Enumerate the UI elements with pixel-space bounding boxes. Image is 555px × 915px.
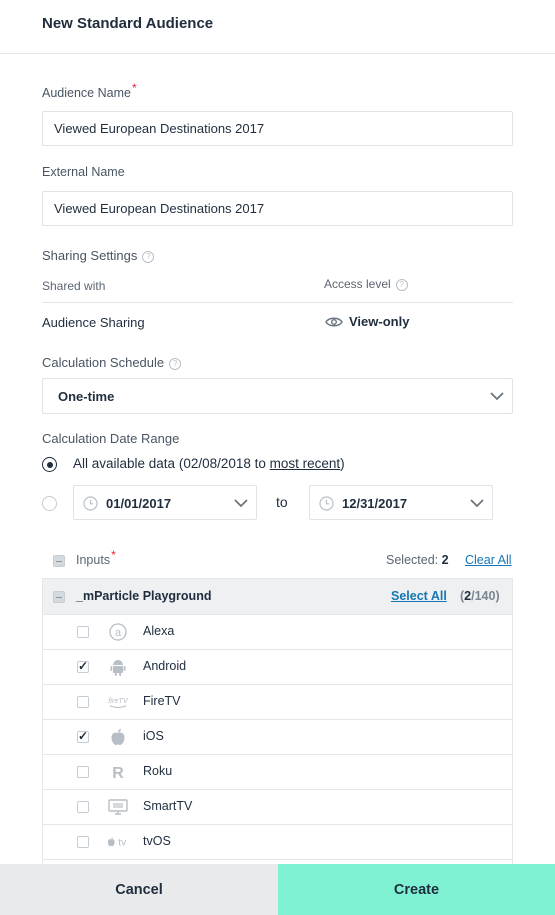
end-date-select[interactable]: 12/31/2017 (309, 485, 493, 520)
list-item[interactable]: fireTV FireTV (43, 685, 512, 720)
dialog-title: New Standard Audience (42, 15, 214, 32)
list-item[interactable]: R Roku (43, 755, 512, 790)
all-data-option-label: All available data (02/08/2018 to most r… (73, 456, 345, 471)
required-marker: * (131, 81, 137, 95)
firetv-icon: fireTV (107, 692, 129, 712)
audience-sharing-label: Audience Sharing (42, 315, 145, 330)
audience-name-label: Audience Name* (42, 81, 137, 100)
date-range-label: Calculation Date Range (42, 431, 180, 446)
end-date-value: 12/31/2017 (342, 496, 408, 511)
inputs-label: Inputs* (76, 548, 116, 567)
list-item[interactable]: Android (43, 650, 512, 685)
list-item[interactable]: iOS (43, 720, 512, 755)
clear-all-link[interactable]: Clear All (465, 553, 512, 567)
external-name-input[interactable] (42, 191, 513, 226)
most-recent-link[interactable]: most recent (270, 456, 341, 471)
clock-icon (319, 496, 334, 511)
item-name: Roku (143, 764, 173, 778)
chevron-down-icon (234, 499, 248, 508)
divider (42, 302, 513, 303)
input-group-header[interactable]: _mParticle Playground Select All (2/140) (42, 578, 513, 615)
item-checkbox[interactable] (77, 801, 89, 813)
help-icon[interactable]: ? (169, 358, 182, 370)
dialog-header: New Standard Audience (0, 0, 555, 54)
svg-text:fireTV: fireTV (108, 696, 129, 705)
radio-all-data[interactable] (42, 457, 57, 472)
cancel-button[interactable]: Cancel (0, 864, 278, 915)
sharing-settings-label: Sharing Settings? (42, 248, 155, 263)
appletv-icon: tv (107, 832, 129, 852)
help-icon[interactable]: ? (142, 251, 155, 263)
dialog-footer: Cancel Create (0, 864, 555, 915)
selected-count: Selected: 2 (386, 553, 449, 567)
audience-name-input[interactable] (42, 111, 513, 146)
item-checkbox[interactable] (77, 626, 89, 638)
external-name-label: External Name (42, 165, 125, 179)
group-count: (2/140) (460, 589, 500, 603)
item-checkbox[interactable] (77, 729, 89, 743)
list-item[interactable]: a Alexa (43, 615, 512, 650)
list-item[interactable]: tv tvOS (43, 825, 512, 860)
calculation-schedule-label: Calculation Schedule? (42, 355, 182, 370)
start-date-select[interactable]: 01/01/2017 (73, 485, 257, 520)
help-icon[interactable]: ? (395, 279, 408, 291)
item-checkbox[interactable] (77, 696, 89, 708)
item-name: iOS (143, 729, 164, 743)
chevron-down-icon (490, 392, 504, 401)
svg-text:tv: tv (118, 837, 127, 848)
smarttv-icon (107, 797, 129, 817)
item-checkbox[interactable] (77, 836, 89, 848)
schedule-selected-value: One-time (58, 389, 115, 404)
radio-custom-range[interactable] (42, 496, 57, 511)
inputs-master-checkbox[interactable] (53, 555, 65, 567)
chevron-down-icon (470, 499, 484, 508)
access-level-value[interactable]: View-only (325, 314, 409, 329)
calculation-schedule-select[interactable]: One-time (42, 378, 513, 414)
android-icon (107, 657, 129, 677)
to-label: to (276, 494, 288, 510)
item-name: Alexa (143, 624, 175, 638)
input-list[interactable]: a Alexa Android fireTV FireTV iOS R Roku (42, 615, 513, 865)
shared-with-label: Shared with (42, 279, 106, 293)
svg-text:a: a (115, 627, 122, 639)
group-name: _mParticle Playground (76, 589, 212, 603)
required-marker: * (111, 548, 116, 562)
group-checkbox[interactable] (53, 591, 65, 603)
list-item[interactable]: SmartTV (43, 790, 512, 825)
start-date-value: 01/01/2017 (106, 496, 172, 511)
select-all-link[interactable]: Select All (391, 589, 447, 603)
alexa-icon: a (107, 622, 129, 642)
clock-icon (83, 496, 98, 511)
item-name: tvOS (143, 834, 171, 848)
svg-text:R: R (112, 765, 124, 780)
eye-icon (325, 317, 343, 326)
apple-icon (107, 727, 129, 747)
item-name: FireTV (143, 694, 181, 708)
item-checkbox[interactable] (77, 659, 89, 673)
item-name: SmartTV (143, 799, 193, 813)
view-only-label: View-only (349, 314, 410, 329)
access-level-label: Access level? (324, 277, 408, 291)
create-button[interactable]: Create (278, 864, 555, 915)
item-checkbox[interactable] (77, 766, 89, 778)
roku-icon: R (107, 762, 129, 782)
item-name: Android (143, 659, 187, 673)
